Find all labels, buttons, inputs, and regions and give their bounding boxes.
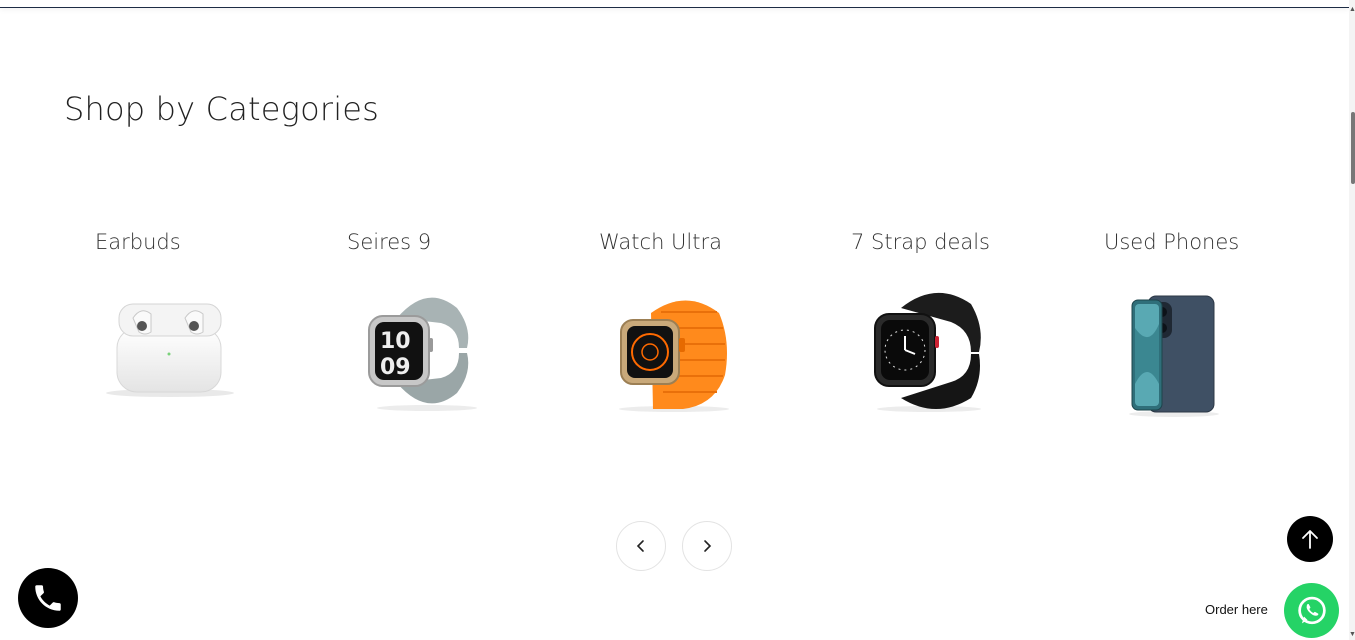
chevron-right-icon xyxy=(704,540,712,552)
category-label[interactable]: 7 Strap deals xyxy=(851,230,1011,254)
watch-ultra-image[interactable] xyxy=(599,288,749,418)
arrow-up-icon xyxy=(1302,530,1318,549)
used-phones-image[interactable] xyxy=(1104,288,1254,418)
svg-text:09: 09 xyxy=(380,355,411,380)
scroll-down-arrow-icon[interactable]: ▼ xyxy=(1349,631,1355,638)
category-card-earbuds[interactable]: Earbuds xyxy=(95,230,255,397)
call-button[interactable] xyxy=(18,568,78,628)
series9-watch-image[interactable]: 10 09 xyxy=(347,288,497,418)
whatsapp-button[interactable] xyxy=(1284,583,1339,638)
category-label[interactable]: Seires 9 xyxy=(347,230,507,254)
scroll-up-arrow-icon[interactable]: ▲ xyxy=(1349,6,1355,13)
whatsapp-icon xyxy=(1297,596,1326,624)
category-label[interactable]: Used Phones xyxy=(1104,230,1264,254)
page-scrollbar[interactable]: ▲ ▼ xyxy=(1349,0,1355,640)
header-bottom-border xyxy=(0,0,1349,8)
svg-text:10: 10 xyxy=(380,329,411,354)
carousel-next-button[interactable] xyxy=(682,521,732,571)
carousel-prev-button[interactable] xyxy=(616,521,666,571)
category-card-strap-deals[interactable]: 7 Strap deals xyxy=(851,230,1011,412)
phone-icon xyxy=(35,585,61,611)
chevron-left-icon xyxy=(636,540,644,552)
category-label[interactable]: Watch Ultra xyxy=(599,230,759,254)
strap-deals-watch-image[interactable] xyxy=(851,288,1001,418)
category-label[interactable]: Earbuds xyxy=(95,230,255,254)
back-to-top-button[interactable] xyxy=(1287,516,1333,562)
category-card-series-9[interactable]: Seires 9 10 09 xyxy=(347,230,507,411)
category-card-watch-ultra[interactable]: Watch Ultra xyxy=(599,230,759,412)
section-title: Shop by Categories xyxy=(64,90,380,128)
earbuds-image[interactable] xyxy=(95,288,245,418)
order-here-label[interactable]: Order here xyxy=(1205,602,1268,617)
category-card-used-phones[interactable]: Used Phones xyxy=(1104,230,1264,417)
scrollbar-thumb[interactable] xyxy=(1351,112,1355,184)
